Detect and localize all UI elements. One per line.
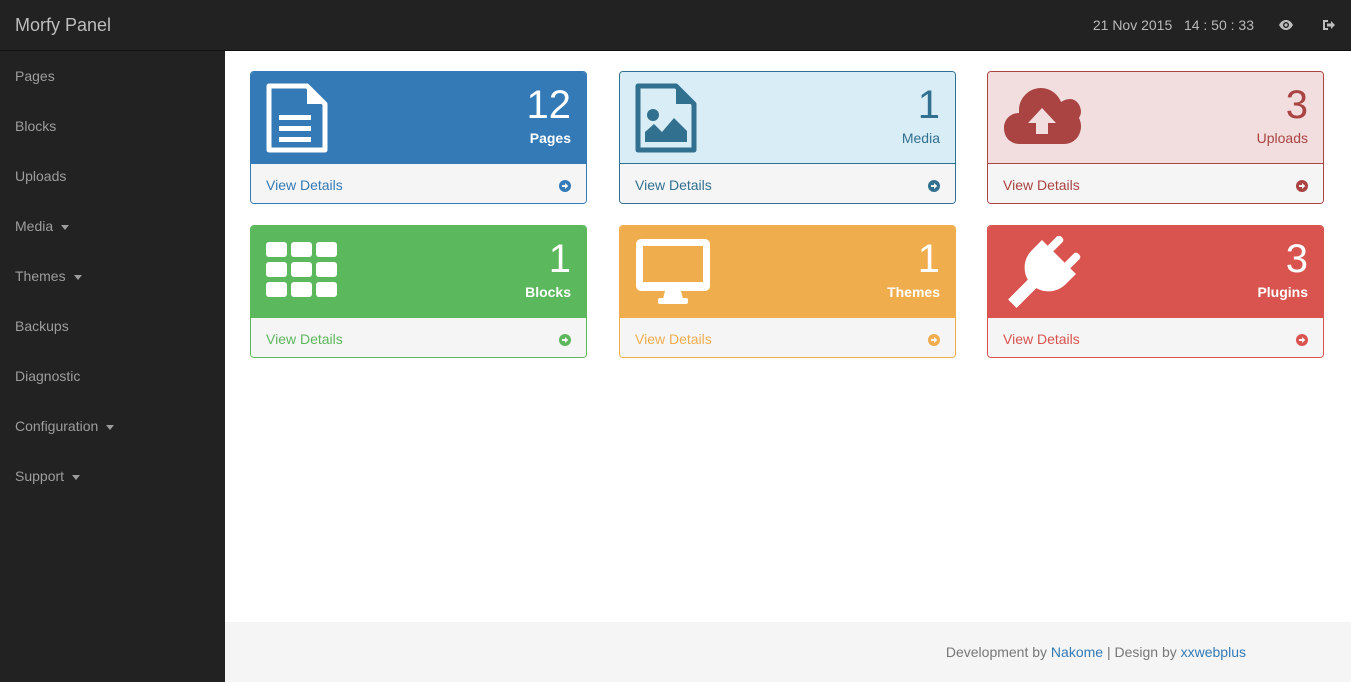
- footer-credits: Development by Nakome | Design by xxwebp…: [946, 644, 1246, 660]
- sidebar-item-label: Configuration: [15, 418, 99, 434]
- view-details-label: View Details: [1003, 331, 1080, 347]
- view-details-label: View Details: [1003, 177, 1080, 193]
- sidebar-item-themes[interactable]: Themes: [0, 251, 225, 301]
- view-details-link[interactable]: View Details: [988, 163, 1323, 203]
- view-details-label: View Details: [266, 177, 343, 193]
- view-details-link[interactable]: View Details: [620, 163, 955, 203]
- time-text: 14 : 50 : 33: [1183, 17, 1254, 33]
- sidebar-item-text: Themes: [15, 268, 82, 284]
- date-text: 21 Nov 2015: [1092, 17, 1173, 33]
- sidebar-item-label: Uploads: [15, 168, 67, 184]
- sidebar-item-uploads[interactable]: Uploads: [0, 151, 225, 201]
- media-count: 1: [917, 83, 940, 127]
- media-label: Media: [901, 130, 940, 146]
- eye-icon[interactable]: [1278, 17, 1294, 33]
- footer-separator: | Design by: [1103, 644, 1181, 660]
- sidebar-item-configuration[interactable]: Configuration: [0, 401, 225, 451]
- sidebar-item-media[interactable]: Media: [0, 201, 225, 251]
- panel-heading: 1 Blocks: [251, 226, 586, 317]
- sidebar-item-label: Blocks: [15, 118, 57, 134]
- nakome-link[interactable]: Nakome: [1051, 644, 1103, 660]
- sidebar-item-pages[interactable]: Pages: [0, 51, 225, 101]
- sidebar-item-blocks[interactable]: Blocks: [0, 101, 225, 151]
- sidebar-item-label: Backups: [15, 318, 69, 334]
- themes-label: Themes: [887, 284, 940, 300]
- plugins-panel: 3 Plugins View Details: [987, 225, 1324, 358]
- view-details-link[interactable]: View Details: [988, 317, 1323, 357]
- pages-count: 12: [526, 83, 572, 127]
- sidebar-item-text: Support: [15, 468, 81, 484]
- footer-prefix: Development by: [945, 644, 1051, 660]
- view-details-link[interactable]: View Details: [251, 163, 586, 203]
- panel-heading: 3 Uploads: [988, 72, 1323, 163]
- sidebar-item-text: Media: [15, 218, 70, 234]
- arrow-circle-right-icon: [559, 333, 571, 346]
- xxwebplus-link[interactable]: xxwebplus: [1181, 644, 1246, 660]
- top-navbar: Morfy Panel 21 Nov 2015 14 : 50 : 33: [0, 0, 1351, 51]
- file-text-icon: [265, 82, 329, 154]
- panel-heading: 3 Plugins: [988, 226, 1323, 317]
- grid-icon: [265, 236, 339, 308]
- caret-down-icon: [73, 274, 82, 280]
- clock: 21 Nov 2015 14 : 50 : 33: [1093, 17, 1254, 33]
- blocks-panel: 1 Blocks View Details: [250, 225, 587, 358]
- view-details-label: View Details: [266, 331, 343, 347]
- desktop-icon: [634, 236, 714, 308]
- cloud-upload-icon: [1002, 82, 1082, 154]
- view-details-link[interactable]: View Details: [620, 317, 955, 357]
- sidebar-item-label: Themes: [15, 268, 66, 284]
- pages-label: Pages: [529, 130, 571, 146]
- uploads-label: Uploads: [1256, 130, 1308, 146]
- sidebar-item-text: Configuration: [15, 418, 115, 434]
- arrow-circle-right-icon: [1296, 179, 1308, 192]
- sidebar-item-label: Support: [15, 468, 65, 484]
- page-footer: Development by Nakome | Design by xxwebp…: [225, 622, 1351, 682]
- sidebar: Pages Blocks Uploads Media Themes Backup…: [0, 51, 225, 682]
- sidebar-item-label: Diagnostic: [15, 368, 81, 384]
- plugins-count: 3: [1285, 237, 1308, 281]
- media-panel: 1 Media View Details: [619, 71, 956, 204]
- themes-panel: 1 Themes View Details: [619, 225, 956, 358]
- panel-heading: 1 Media: [620, 72, 955, 163]
- view-details-link[interactable]: View Details: [251, 317, 586, 357]
- blocks-count: 1: [548, 237, 571, 281]
- themes-count: 1: [917, 237, 940, 281]
- arrow-circle-right-icon: [559, 179, 571, 192]
- arrow-circle-right-icon: [928, 179, 940, 192]
- plug-icon: [1002, 235, 1082, 308]
- panel-heading: 12 Pages: [251, 72, 586, 163]
- blocks-label: Blocks: [525, 284, 571, 300]
- brand-link[interactable]: Morfy Panel: [15, 14, 111, 36]
- arrow-circle-right-icon: [1296, 333, 1308, 346]
- sidebar-item-support[interactable]: Support: [0, 451, 225, 501]
- panel-heading: 1 Themes: [620, 226, 955, 317]
- sidebar-item-label: Pages: [15, 68, 55, 84]
- sidebar-item-label: Media: [15, 218, 54, 234]
- plugins-label: Plugins: [1257, 284, 1308, 300]
- sidebar-item-backups[interactable]: Backups: [0, 301, 225, 351]
- view-details-label: View Details: [635, 331, 712, 347]
- uploads-panel: 3 Uploads View Details: [987, 71, 1324, 204]
- caret-down-icon: [61, 224, 70, 230]
- caret-down-icon: [106, 424, 115, 430]
- file-image-icon: [634, 82, 698, 154]
- caret-down-icon: [72, 474, 81, 480]
- view-details-label: View Details: [635, 177, 712, 193]
- arrow-circle-right-icon: [928, 333, 940, 346]
- sidebar-item-diagnostic[interactable]: Diagnostic: [0, 351, 225, 401]
- sign-out-icon[interactable]: [1321, 17, 1337, 33]
- uploads-count: 3: [1285, 83, 1308, 127]
- pages-panel: 12 Pages View Details: [250, 71, 587, 204]
